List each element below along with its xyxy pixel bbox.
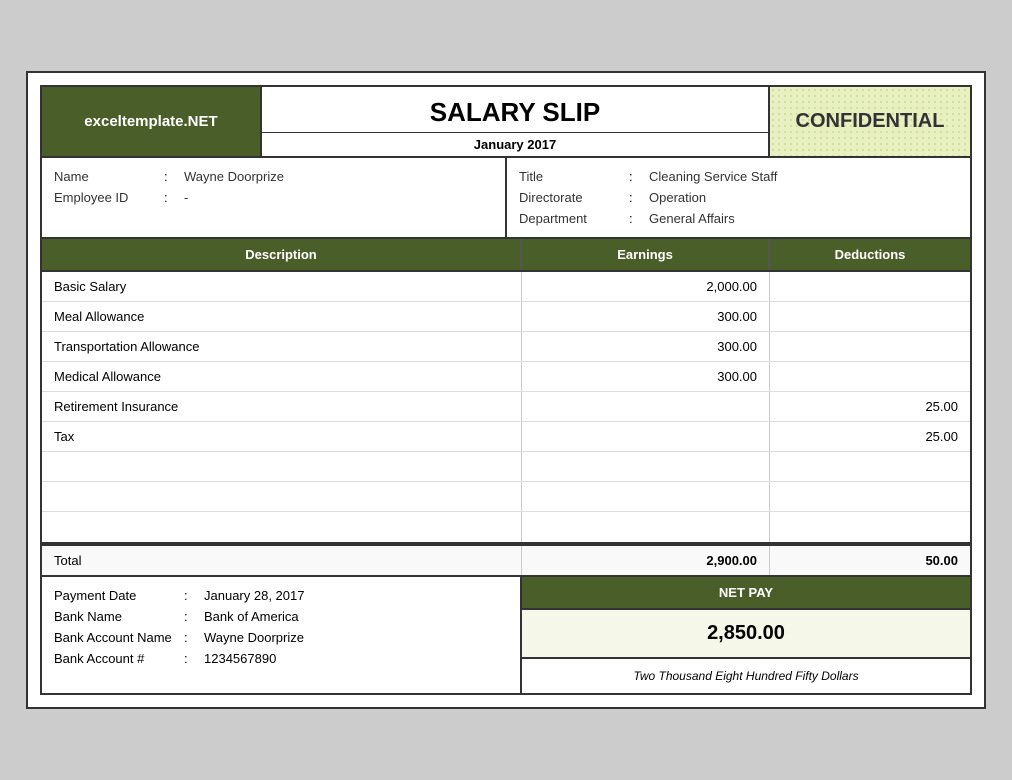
table-row: Medical Allowance300.00 bbox=[42, 362, 970, 392]
table-row: Meal Allowance300.00 bbox=[42, 302, 970, 332]
outer-border: exceltemplate.NET SALARY SLIP January 20… bbox=[40, 85, 972, 695]
row-deductions: 25.00 bbox=[770, 392, 970, 421]
header-description: Description bbox=[42, 239, 522, 270]
row-earnings: 300.00 bbox=[522, 332, 770, 361]
payment-label: Bank Name bbox=[54, 609, 184, 624]
payment-value: Wayne Doorprize bbox=[204, 630, 304, 645]
row-description: Medical Allowance bbox=[42, 362, 522, 391]
header-deductions: Deductions bbox=[770, 239, 970, 270]
row-earnings bbox=[522, 482, 770, 511]
net-pay-amount: 2,850.00 bbox=[522, 610, 970, 659]
payment-row: Bank Name:Bank of America bbox=[54, 606, 508, 627]
bottom-section: Payment Date:January 28, 2017Bank Name:B… bbox=[42, 577, 970, 693]
row-description: Tax bbox=[42, 422, 522, 451]
info-row-employee-id: Employee ID : - bbox=[54, 187, 493, 208]
table-row: Basic Salary2,000.00 bbox=[42, 272, 970, 302]
net-pay-header: NET PAY bbox=[522, 577, 970, 610]
title-colon: : bbox=[629, 169, 649, 184]
payment-row: Bank Account Name:Wayne Doorprize bbox=[54, 627, 508, 648]
payment-label: Payment Date bbox=[54, 588, 184, 603]
department-colon: : bbox=[629, 211, 649, 226]
info-row-directorate: Directorate : Operation bbox=[519, 187, 958, 208]
row-description: Retirement Insurance bbox=[42, 392, 522, 421]
row-description: Transportation Allowance bbox=[42, 332, 522, 361]
payment-row: Bank Account #:1234567890 bbox=[54, 648, 508, 669]
name-colon: : bbox=[164, 169, 184, 184]
payment-value: 1234567890 bbox=[204, 651, 276, 666]
payment-row: Payment Date:January 28, 2017 bbox=[54, 585, 508, 606]
payment-colon: : bbox=[184, 630, 204, 645]
salary-slip-page: exceltemplate.NET SALARY SLIP January 20… bbox=[26, 71, 986, 709]
info-row-title: Title : Cleaning Service Staff bbox=[519, 166, 958, 187]
payment-colon: : bbox=[184, 651, 204, 666]
row-earnings bbox=[522, 392, 770, 421]
net-pay-section: NET PAY 2,850.00 Two Thousand Eight Hund… bbox=[522, 577, 970, 693]
employee-id-colon: : bbox=[164, 190, 184, 205]
row-earnings bbox=[522, 452, 770, 481]
header: exceltemplate.NET SALARY SLIP January 20… bbox=[42, 87, 970, 158]
total-deductions: 50.00 bbox=[770, 546, 970, 575]
title-value: Cleaning Service Staff bbox=[649, 169, 777, 184]
subtitle: January 2017 bbox=[262, 132, 768, 156]
row-deductions bbox=[770, 512, 970, 542]
row-description bbox=[42, 482, 522, 511]
row-deductions: 25.00 bbox=[770, 422, 970, 451]
department-label: Department bbox=[519, 211, 629, 226]
title-label: Title bbox=[519, 169, 629, 184]
total-row: Total 2,900.00 50.00 bbox=[42, 544, 970, 577]
employee-info-left: Name : Wayne Doorprize Employee ID : - bbox=[42, 158, 507, 237]
logo: exceltemplate.NET bbox=[42, 87, 262, 156]
row-earnings bbox=[522, 512, 770, 542]
row-description: Meal Allowance bbox=[42, 302, 522, 331]
payment-value: January 28, 2017 bbox=[204, 588, 304, 603]
row-deductions bbox=[770, 332, 970, 361]
table-row: Tax 25.00 bbox=[42, 422, 970, 452]
confidential-badge: CONFIDENTIAL bbox=[770, 87, 970, 156]
row-deductions bbox=[770, 272, 970, 301]
row-earnings: 300.00 bbox=[522, 302, 770, 331]
row-deductions bbox=[770, 362, 970, 391]
header-earnings: Earnings bbox=[522, 239, 770, 270]
table-row: Transportation Allowance300.00 bbox=[42, 332, 970, 362]
row-deductions bbox=[770, 302, 970, 331]
row-description: Basic Salary bbox=[42, 272, 522, 301]
employee-info-right: Title : Cleaning Service Staff Directora… bbox=[507, 158, 970, 237]
total-earnings: 2,900.00 bbox=[522, 546, 770, 575]
payment-value: Bank of America bbox=[204, 609, 299, 624]
row-description bbox=[42, 512, 522, 542]
title: SALARY SLIP bbox=[430, 87, 600, 132]
department-value: General Affairs bbox=[649, 211, 735, 226]
title-block: SALARY SLIP January 2017 bbox=[262, 87, 770, 156]
payment-label: Bank Account Name bbox=[54, 630, 184, 645]
payment-info: Payment Date:January 28, 2017Bank Name:B… bbox=[42, 577, 522, 693]
directorate-colon: : bbox=[629, 190, 649, 205]
row-deductions bbox=[770, 452, 970, 481]
employee-info: Name : Wayne Doorprize Employee ID : - T… bbox=[42, 158, 970, 239]
directorate-label: Directorate bbox=[519, 190, 629, 205]
row-description bbox=[42, 452, 522, 481]
table-row bbox=[42, 452, 970, 482]
payment-colon: : bbox=[184, 588, 204, 603]
info-row-department: Department : General Affairs bbox=[519, 208, 958, 229]
employee-id-value: - bbox=[184, 190, 188, 205]
row-earnings bbox=[522, 422, 770, 451]
payment-colon: : bbox=[184, 609, 204, 624]
row-deductions bbox=[770, 482, 970, 511]
payment-label: Bank Account # bbox=[54, 651, 184, 666]
table-row bbox=[42, 482, 970, 512]
table-header: Description Earnings Deductions bbox=[42, 239, 970, 272]
table-row: Retirement Insurance 25.00 bbox=[42, 392, 970, 422]
row-earnings: 300.00 bbox=[522, 362, 770, 391]
row-earnings: 2,000.00 bbox=[522, 272, 770, 301]
employee-id-label: Employee ID bbox=[54, 190, 164, 205]
net-pay-words: Two Thousand Eight Hundred Fifty Dollars bbox=[522, 659, 970, 693]
name-label: Name bbox=[54, 169, 164, 184]
directorate-value: Operation bbox=[649, 190, 706, 205]
table-row bbox=[42, 512, 970, 542]
info-row-name: Name : Wayne Doorprize bbox=[54, 166, 493, 187]
total-label: Total bbox=[42, 546, 522, 575]
table-body: Basic Salary2,000.00Meal Allowance300.00… bbox=[42, 272, 970, 544]
name-value: Wayne Doorprize bbox=[184, 169, 284, 184]
